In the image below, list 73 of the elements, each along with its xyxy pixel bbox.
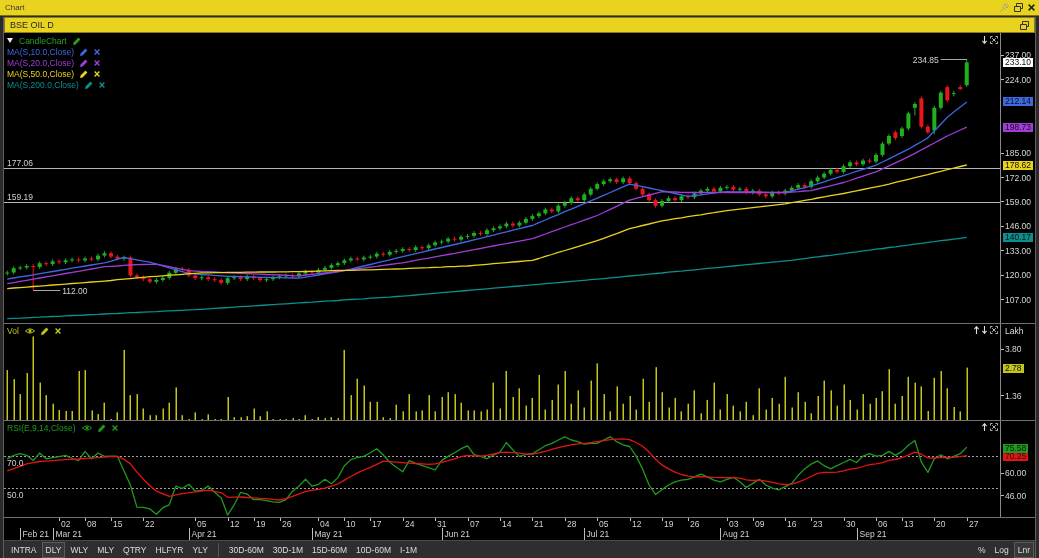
- date-label: 15: [113, 519, 123, 529]
- chart-title: BSE OIL D: [10, 19, 54, 31]
- axis-label: 146.00: [1001, 222, 1031, 231]
- level-label: 70.0: [7, 457, 24, 468]
- date-label: 31: [437, 519, 447, 529]
- axis-unit-label: Lakh: [1005, 327, 1024, 336]
- value-tag: 212.14: [1003, 97, 1033, 107]
- month-label: Apr 21: [191, 528, 217, 539]
- axis-label: 133.00: [1001, 246, 1031, 255]
- date-label: 12: [632, 519, 642, 529]
- low-price-label: 112.00: [62, 285, 88, 296]
- date-label: 23: [813, 519, 823, 529]
- date-label: 24: [405, 519, 415, 529]
- date-label: 12: [230, 519, 240, 529]
- month-label: Jul 21: [586, 528, 610, 539]
- value-tag: 178.62: [1003, 160, 1033, 170]
- axis-label: 46.00: [1001, 491, 1027, 500]
- series-label: CandleChart: [19, 35, 67, 46]
- series-label: MA(S,200.0,Close): [7, 79, 79, 90]
- value-tag: 198.73: [1003, 122, 1033, 132]
- series-label: MA(S,10.0,Close): [7, 46, 75, 57]
- month-label: Mar 21: [55, 528, 82, 539]
- month-label: Aug 21: [722, 528, 750, 539]
- date-label: 07: [470, 519, 480, 529]
- value-tag: 2.78: [1003, 364, 1024, 374]
- date-label: 04: [320, 519, 330, 529]
- series-label: MA(S,20.0,Close): [7, 57, 75, 68]
- date-label: 22: [145, 519, 155, 529]
- date-label: 09: [755, 519, 765, 529]
- axis-label: 3.80: [1001, 345, 1022, 353]
- series-label: RSI(E,9,14,Close): [7, 422, 76, 433]
- date-label: 20: [936, 519, 946, 529]
- date-label: 14: [502, 519, 512, 529]
- date-label: 16: [787, 519, 797, 529]
- date-label: 10: [346, 519, 356, 529]
- axis-label: 120.00: [1001, 271, 1031, 280]
- date-label: 05: [197, 519, 207, 529]
- level-label: 177.06: [7, 158, 33, 168]
- date-label: 17: [372, 519, 382, 529]
- series-label: MA(S,50.0,Close): [7, 68, 75, 79]
- value-tag: 140.17: [1003, 232, 1033, 242]
- date-label: 19: [664, 519, 674, 529]
- window-title: Chart: [5, 2, 25, 13]
- value-tag: 75.58: [1003, 443, 1029, 453]
- month-label: Feb 21: [22, 528, 49, 539]
- axis-label: 237.00: [1001, 51, 1031, 59]
- month-label: May 21: [314, 528, 343, 539]
- axis-label: 172.00: [1001, 173, 1031, 182]
- date-label: 26: [282, 519, 292, 529]
- date-label: 30: [846, 519, 856, 529]
- date-label: 27: [969, 519, 979, 529]
- high-price-label: 234.85: [912, 54, 939, 65]
- date-label: 13: [904, 519, 914, 529]
- date-label: 28: [567, 519, 577, 529]
- date-label: 06: [878, 519, 888, 529]
- date-label: 05: [599, 519, 609, 529]
- date-label: 03: [729, 519, 739, 529]
- axis-label: 60.00: [1001, 469, 1027, 478]
- month-label: Jun 21: [444, 528, 471, 539]
- date-label: 08: [87, 519, 97, 529]
- axis-label: 107.00: [1001, 295, 1031, 304]
- level-label: 159.19: [7, 192, 33, 202]
- series-label: Vol: [7, 325, 19, 336]
- date-label: 02: [61, 519, 71, 529]
- axis-label: 224.00: [1001, 75, 1031, 84]
- level-label: 50.0: [7, 489, 24, 500]
- month-label: Sep 21: [859, 528, 887, 539]
- date-label: 21: [534, 519, 544, 529]
- axis-label: 185.00: [1001, 149, 1031, 157]
- axis-label: 159.00: [1001, 197, 1031, 206]
- date-label: 19: [256, 519, 266, 529]
- date-label: 26: [690, 519, 700, 529]
- axis-label: 1.36: [1001, 391, 1022, 400]
